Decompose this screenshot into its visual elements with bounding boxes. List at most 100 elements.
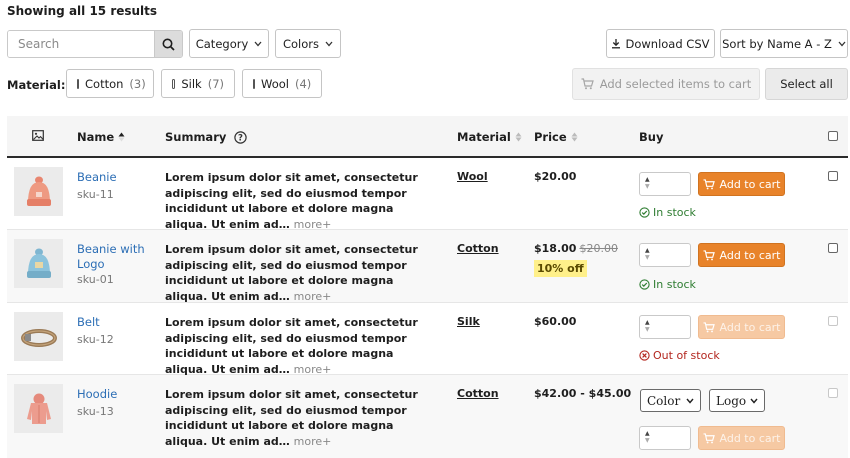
more-link[interactable]: more+ xyxy=(294,218,332,231)
search-input[interactable] xyxy=(8,31,154,57)
stock-label: In stock xyxy=(653,278,696,291)
add-to-cart-label: Add to cart xyxy=(719,320,781,334)
stock-status: Out of stock xyxy=(639,349,720,362)
category-filter-button[interactable]: Category xyxy=(189,29,269,58)
product-thumbnail[interactable] xyxy=(14,167,63,216)
x-circle-icon xyxy=(639,350,650,361)
row-checkbox[interactable] xyxy=(828,388,838,398)
select-all-button[interactable]: Select all xyxy=(765,68,848,100)
column-price-label: Price xyxy=(534,130,567,144)
column-header-material[interactable]: Material xyxy=(457,130,522,144)
checkbox[interactable] xyxy=(253,78,255,89)
product-name-link[interactable]: Belt xyxy=(77,315,147,330)
column-header-buy: Buy xyxy=(639,130,664,144)
quantity-stepper[interactable]: ▲ ▼ xyxy=(639,315,691,339)
discount-badge: 10% off xyxy=(534,260,587,277)
checkbox[interactable] xyxy=(77,78,79,89)
column-summary-label: Summary xyxy=(165,130,227,144)
download-icon xyxy=(612,39,621,49)
chip-count: (7) xyxy=(207,76,224,91)
add-selected-label: Add selected items to cart xyxy=(599,77,752,91)
product-material-link[interactable]: Cotton xyxy=(457,387,499,400)
product-thumbnail[interactable] xyxy=(14,384,63,433)
summary-text: Lorem ipsum dolor sit amet, consectetur … xyxy=(165,243,418,303)
more-link[interactable]: more+ xyxy=(294,363,332,376)
column-name-label: Name xyxy=(77,130,115,144)
cart-icon xyxy=(703,178,715,189)
product-thumbnail[interactable] xyxy=(14,239,63,288)
belt-image xyxy=(20,328,57,347)
chevron-down-icon xyxy=(750,398,758,404)
check-circle-icon xyxy=(639,207,650,218)
image-icon xyxy=(32,130,44,141)
stepper-arrows-icon[interactable]: ▲ ▼ xyxy=(645,430,650,444)
add-to-cart-button[interactable]: Add to cart xyxy=(698,243,785,267)
search-button[interactable] xyxy=(154,31,182,57)
search-box xyxy=(7,30,183,58)
column-material-label: Material xyxy=(457,130,511,144)
product-name-link[interactable]: Hoodie xyxy=(77,387,147,402)
cart-icon xyxy=(703,321,715,332)
svg-text:?: ? xyxy=(238,133,243,143)
column-header-price[interactable]: Price xyxy=(534,130,578,144)
logo-select-label: Logo xyxy=(716,393,747,408)
product-material-link[interactable]: Silk xyxy=(457,315,480,328)
category-filter-label: Category xyxy=(195,36,249,51)
row-checkbox[interactable] xyxy=(828,316,838,326)
more-link[interactable]: more+ xyxy=(294,435,332,448)
select-all-checkbox[interactable] xyxy=(828,131,838,141)
product-name-link[interactable]: Beanie with Logo xyxy=(77,242,147,272)
product-summary: Lorem ipsum dolor sit amet, consectetur … xyxy=(165,315,435,377)
product-thumbnail[interactable] xyxy=(14,312,63,361)
image-column-icon xyxy=(32,130,44,141)
quantity-stepper[interactable]: ▲ ▼ xyxy=(639,426,691,450)
material-chip-silk[interactable]: Silk (7) xyxy=(161,69,235,98)
material-chip-wool[interactable]: Wool (4) xyxy=(242,69,322,98)
more-link[interactable]: more+ xyxy=(294,290,332,303)
chip-label: Wool xyxy=(261,76,289,91)
product-price: $18.00 $20.00 xyxy=(534,242,618,255)
table-row: Belt sku-12 Lorem ipsum dolor sit amet, … xyxy=(7,303,848,377)
beanie-image xyxy=(26,176,51,206)
checkbox[interactable] xyxy=(172,78,176,89)
product-summary: Lorem ipsum dolor sit amet, consectetur … xyxy=(165,170,435,232)
download-csv-label: Download CSV xyxy=(625,36,710,51)
quantity-stepper[interactable]: ▲ ▼ xyxy=(639,172,691,196)
stock-label: In stock xyxy=(653,206,696,219)
cart-icon xyxy=(703,249,715,260)
colors-filter-button[interactable]: Colors xyxy=(275,29,341,58)
help-icon[interactable]: ? xyxy=(234,130,248,144)
product-sku: sku-11 xyxy=(77,188,114,201)
add-to-cart-button[interactable]: Add to cart xyxy=(698,426,785,450)
sort-icon xyxy=(571,132,578,142)
product-price: $60.00 xyxy=(534,315,577,328)
download-csv-button[interactable]: Download CSV xyxy=(606,29,715,58)
colors-filter-label: Colors xyxy=(282,36,320,51)
sort-by-select[interactable]: Sort by Name A - Z xyxy=(720,29,848,58)
add-to-cart-button[interactable]: Add to cart xyxy=(698,315,785,339)
add-to-cart-button[interactable]: Add to cart xyxy=(698,172,785,196)
quantity-stepper[interactable]: ▲ ▼ xyxy=(639,243,691,267)
product-name-link[interactable]: Beanie xyxy=(77,170,147,185)
original-price: $20.00 xyxy=(579,242,618,255)
column-header-name[interactable]: Name xyxy=(77,130,125,144)
chip-label: Silk xyxy=(181,76,202,91)
product-price: $42.00 - $45.00 xyxy=(534,387,632,400)
row-checkbox[interactable] xyxy=(828,171,838,181)
material-chip-cotton[interactable]: Cotton (3) xyxy=(66,69,154,98)
color-select-label: Color xyxy=(647,393,681,408)
summary-text: Lorem ipsum dolor sit amet, consectetur … xyxy=(165,171,418,231)
sort-by-label: Sort by Name A - Z xyxy=(722,36,832,51)
product-material-link[interactable]: Cotton xyxy=(457,242,499,255)
cart-icon xyxy=(581,78,594,90)
stepper-arrows-icon[interactable]: ▲ ▼ xyxy=(645,247,650,261)
row-checkbox[interactable] xyxy=(828,243,838,253)
add-selected-to-cart-button[interactable]: Add selected items to cart xyxy=(572,68,760,100)
logo-variant-select[interactable]: Logo xyxy=(709,389,765,412)
stepper-arrows-icon[interactable]: ▲ ▼ xyxy=(645,319,650,333)
color-variant-select[interactable]: Color xyxy=(640,389,701,412)
product-material-link[interactable]: Wool xyxy=(457,170,488,183)
stepper-arrows-icon[interactable]: ▲ ▼ xyxy=(645,176,650,190)
results-count: Showing all 15 results xyxy=(7,4,158,18)
beanie-with-logo-image xyxy=(26,248,51,278)
